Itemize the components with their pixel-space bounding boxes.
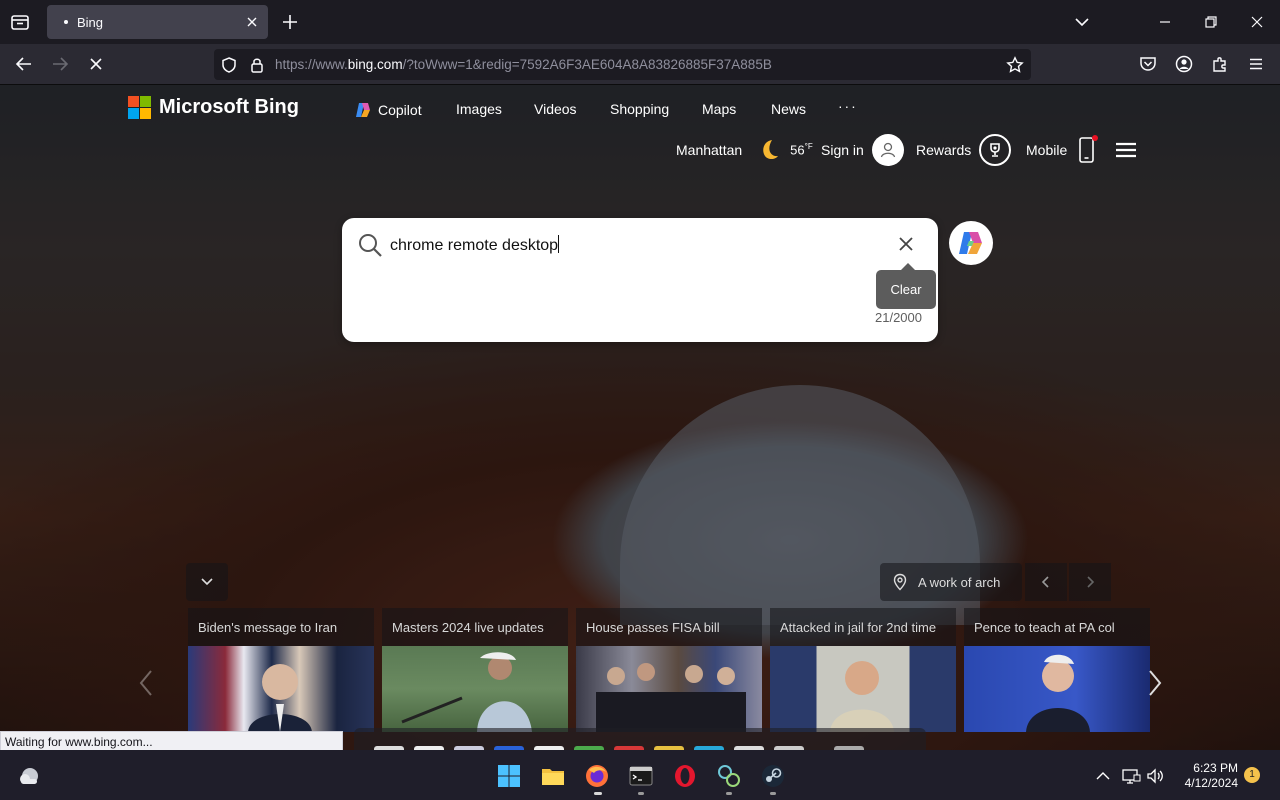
previous-image-button[interactable] [1025,563,1067,601]
mobile-button[interactable]: Mobile [1026,133,1099,167]
search-box[interactable]: chrome remote desktop 21/2000 [342,218,938,342]
notification-badge[interactable]: 1 [1244,767,1260,783]
close-tab-icon[interactable] [244,14,260,30]
hamburger-menu-icon[interactable] [1114,133,1138,167]
navigation-toolbar: https://www.bing.com/?toWww=1&redig=7592… [0,44,1280,85]
shield-icon[interactable] [220,56,238,74]
copilot-icon [356,103,370,117]
nav-shopping[interactable]: Shopping [610,101,669,117]
image-caption: A work of arch [918,575,1001,590]
file-explorer-icon[interactable] [540,763,566,789]
weather-cloud-icon[interactable] [16,763,42,789]
tab-title: Bing [77,15,104,30]
sign-in-button[interactable]: Sign in [821,133,904,167]
news-thumbnail [576,646,762,732]
restore-icon[interactable] [1201,12,1221,32]
status-bar: Waiting for www.bing.com... [0,731,343,751]
nav-copilot[interactable]: Copilot [354,101,422,119]
network-app-icon[interactable] [716,763,742,789]
bookmark-star-icon[interactable] [1006,56,1024,74]
news-previous-chevron-icon[interactable] [132,663,162,703]
clear-search-icon[interactable] [896,234,916,254]
firefox-icon[interactable] [584,763,610,789]
search-input[interactable]: chrome remote desktop [390,235,890,255]
user-avatar-icon [871,134,904,166]
next-image-button[interactable] [1069,563,1111,601]
temperature: 56°F [790,142,813,158]
new-tab-icon[interactable] [280,12,300,32]
nav-more[interactable]: · · · [838,98,856,114]
url-text[interactable]: https://www.bing.com/?toWww=1&redig=7592… [275,57,772,72]
address-bar[interactable]: https://www.bing.com/?toWww=1&redig=7592… [214,49,1031,80]
rewards-button[interactable]: Rewards [916,133,1012,167]
opera-icon[interactable] [672,763,698,789]
tab-loading-icon [64,20,68,24]
nav-maps[interactable]: Maps [702,101,736,117]
microsoft-logo-icon [128,96,151,119]
account-icon[interactable] [1174,54,1194,74]
nav-news[interactable]: News [771,101,806,117]
news-card[interactable]: Pence to teach at PA col [964,608,1150,732]
news-next-chevron-icon[interactable] [1140,663,1170,703]
phone-icon [1079,135,1099,163]
weather-widget[interactable]: Manhattan 56°F [676,133,813,167]
clear-tooltip: Clear [876,270,936,309]
terminal-icon[interactable] [628,763,654,789]
show-hidden-icons-chevron-icon[interactable] [1094,767,1112,785]
bing-homepage: Microsoft Bing Copilot Images Videos Sho… [0,85,1280,750]
news-card[interactable]: Masters 2024 live updates [382,608,568,732]
tab-bing[interactable]: Bing [47,5,268,39]
app-menu-icon[interactable] [1246,54,1266,74]
close-window-icon[interactable] [1247,12,1267,32]
trophy-icon [979,134,1012,166]
chevron-down-icon[interactable] [1072,12,1092,32]
copilot-icon [959,232,982,254]
stop-loading-icon[interactable] [86,54,106,74]
search-icon [357,232,383,258]
collapse-feed-button[interactable] [186,563,228,601]
image-info-button[interactable]: A work of arch [880,563,1022,601]
network-icon[interactable] [1121,766,1141,786]
volume-icon[interactable] [1145,766,1165,786]
steam-icon[interactable] [760,763,786,789]
list-all-tabs-icon[interactable] [8,10,32,34]
news-card[interactable]: Attacked in jail for 2nd time [770,608,956,732]
extensions-icon[interactable] [1210,54,1230,74]
news-thumbnail [382,646,568,732]
nav-videos[interactable]: Videos [534,101,577,117]
bing-logo[interactable]: Microsoft Bing [128,96,299,119]
tab-bar: Bing [0,0,1280,44]
news-card[interactable]: Biden's message to Iran [188,608,374,732]
copilot-button[interactable] [949,221,993,265]
moon-icon [763,140,779,159]
location-pin-icon [893,573,907,591]
windows-start-icon[interactable] [496,763,522,789]
minimize-icon[interactable] [1155,12,1175,32]
news-thumbnail [188,646,374,732]
quick-links-row [354,728,926,750]
character-count: 21/2000 [875,310,922,325]
news-card[interactable]: House passes FISA bill [576,608,762,732]
forward-arrow-icon[interactable] [50,54,70,74]
taskbar: 6:23 PM 4/12/2024 [0,750,1280,800]
clock[interactable]: 6:23 PM 4/12/2024 [1172,761,1238,791]
news-thumbnail [770,646,956,732]
news-thumbnail [964,646,1150,732]
back-arrow-icon[interactable] [14,54,34,74]
pocket-icon[interactable] [1138,54,1158,74]
nav-images[interactable]: Images [456,101,502,117]
lock-icon[interactable] [248,56,266,74]
